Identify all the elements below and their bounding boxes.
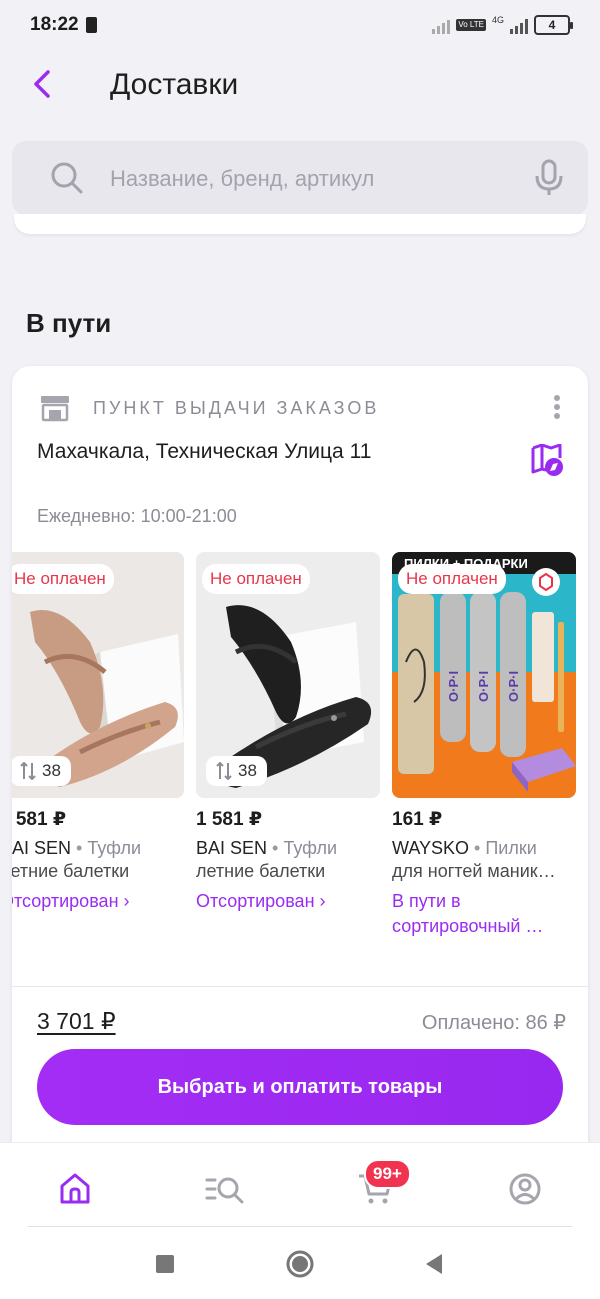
back-system-icon[interactable] (424, 1252, 444, 1276)
pickup-hours: Ежедневно: 10:00-21:00 (37, 506, 237, 526)
product-name-line2: летние балетки (196, 861, 326, 881)
size-value: 38 (42, 761, 61, 780)
signal-strong-icon (510, 16, 528, 34)
product-kind: Туфли (283, 838, 338, 858)
product-brand: WAYSKO (392, 838, 470, 858)
product-card[interactable]: Не оплачен 38 1 581 ₽ BAI SEN • Туфли ле… (12, 552, 184, 914)
search-bar[interactable] (12, 141, 588, 215)
cart-count-badge: 99+ (364, 1159, 411, 1189)
status-bar: 18:22 Vo LTE 4G 4 (0, 0, 600, 52)
product-kind: Пилки (485, 838, 537, 858)
page-title: Доставки (110, 68, 239, 101)
map-location-icon[interactable] (530, 444, 566, 478)
delivery-card: ПУНКТ ВЫДАЧИ ЗАКАЗОВ Махачкала, Техничес… (12, 366, 588, 1166)
more-dot (554, 395, 560, 401)
product-name-line2: для ногтей маник… (392, 861, 556, 881)
product-image[interactable]: Не оплачен 38 (196, 552, 380, 798)
search-input[interactable] (110, 161, 530, 197)
size-icon (20, 762, 36, 780)
system-navigation (0, 1230, 600, 1299)
pickup-point-label: ПУНКТ ВЫДАЧИ ЗАКАЗОВ (93, 398, 380, 418)
unpaid-badge: Не оплачен (12, 564, 114, 594)
divider (12, 986, 588, 987)
size-icon (216, 762, 232, 780)
home-system-icon[interactable] (285, 1249, 315, 1279)
product-name-line2: летние балетки (12, 861, 130, 881)
product-name: BAI SEN • Туфли (12, 837, 184, 860)
status-time: 18:22 (30, 14, 79, 35)
product-brand: BAI SEN (196, 838, 268, 858)
select-and-pay-button[interactable]: Выбрать и оплатить товары (37, 1049, 563, 1125)
order-total[interactable]: 3 701 ₽ (37, 1008, 116, 1035)
unpaid-badge: Не оплачен (202, 564, 310, 594)
home-icon (60, 1173, 90, 1204)
more-dot (554, 404, 560, 410)
product-price: 161 ₽ (392, 809, 443, 830)
unpaid-badge: Не оплачен (398, 564, 506, 594)
product-name: BAI SEN • Туфли (196, 838, 338, 858)
file-label-3: O·P·I (506, 671, 521, 702)
paid-amount: Оплачено: 86 ₽ (421, 1012, 566, 1034)
product-image[interactable]: Не оплачен 38 (12, 552, 184, 798)
product-image[interactable]: ПИЛКИ + ПОДАРКИ O·P·I O·P·I O·P·I (392, 552, 576, 798)
status-icons: Vo LTE 4G 4 (432, 15, 573, 35)
volte-icon: Vo LTE (456, 19, 486, 31)
recent-apps-icon[interactable] (155, 1254, 175, 1274)
file-label-1: O·P·I (446, 671, 461, 702)
previous-card-edge (14, 214, 586, 234)
catalog-search-icon (205, 1177, 244, 1204)
product-status-link[interactable]: В пути в сортировочный … (392, 889, 576, 939)
product-brand: BAI SEN (12, 838, 72, 858)
bottom-navigation: 99+ (0, 1142, 600, 1230)
product-card[interactable]: ПИЛКИ + ПОДАРКИ O·P·I O·P·I O·P·I (392, 552, 576, 939)
store-icon (41, 396, 69, 422)
product-kind: Туфли (87, 838, 142, 858)
more-dot (554, 413, 560, 419)
nav-profile[interactable] (501, 1165, 549, 1213)
product-status-link[interactable]: Отсортирован › (12, 889, 184, 914)
products-carousel[interactable]: Не оплачен 38 1 581 ₽ BAI SEN • Туфли ле… (12, 552, 588, 952)
battery-icon: 4 (534, 15, 573, 35)
signal-weak-icon (432, 16, 451, 34)
nav-home[interactable] (51, 1165, 99, 1213)
product-status-link[interactable]: Отсортирован › (196, 889, 380, 914)
size-badge: 38 (206, 756, 267, 786)
chevron-left-icon (34, 70, 50, 98)
product-card[interactable]: Не оплачен 38 1 581 ₽ BAI SEN • Туфли ле… (196, 552, 380, 914)
size-badge: 38 (12, 756, 71, 786)
search-icon (51, 162, 83, 194)
profile-icon (509, 1173, 541, 1205)
microphone-icon[interactable] (534, 159, 564, 197)
pickup-address: Махачкала, Техническая Улица 11 (37, 440, 372, 463)
battery-saver-icon (86, 17, 97, 33)
file-label-2: O·P·I (476, 671, 491, 702)
nav-catalog[interactable] (201, 1165, 249, 1213)
product-price: 1 581 ₽ (12, 809, 67, 830)
product-price: 1 581 ₽ (196, 809, 263, 830)
section-title: В пути (26, 308, 112, 338)
more-options-button[interactable] (546, 392, 568, 424)
product-name: WAYSKO • Пилки (392, 838, 537, 858)
size-value: 38 (238, 761, 257, 780)
back-button[interactable] (24, 64, 64, 104)
network-4g-label: 4G (491, 15, 504, 25)
nav-separator (28, 1226, 572, 1227)
header: Доставки (0, 52, 600, 122)
